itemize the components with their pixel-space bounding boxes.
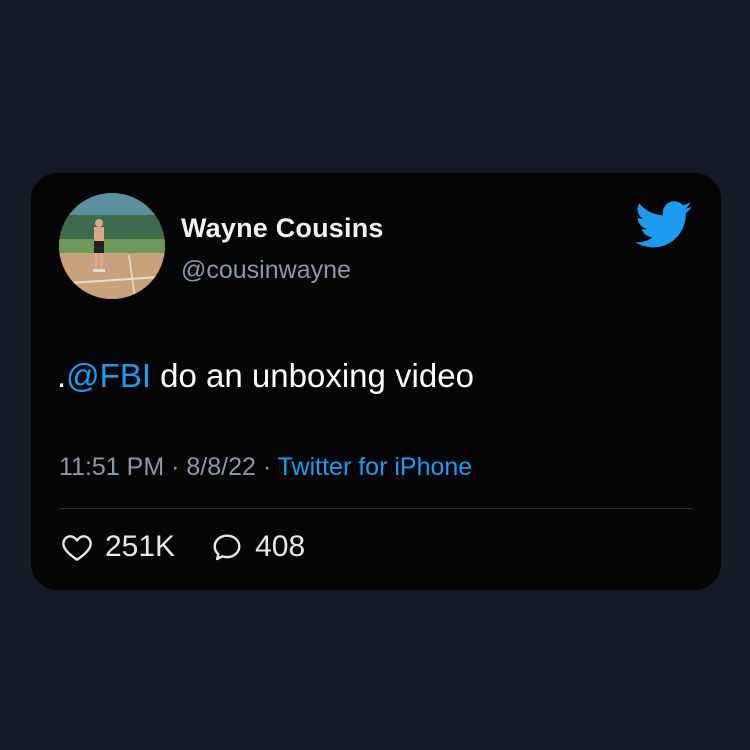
tweet-text: .@FBI do an unboxing video	[57, 357, 474, 395]
tweet-text-prefix: .	[57, 357, 67, 394]
like-button[interactable]: 251K	[61, 530, 175, 564]
tweet-text-body: do an unboxing video	[151, 357, 474, 394]
avatar[interactable]	[59, 193, 165, 299]
tweet-stats: 251K 408	[61, 530, 341, 564]
divider	[59, 508, 693, 509]
author-display-name[interactable]: Wayne Cousins	[181, 213, 384, 244]
avatar-photo	[59, 193, 165, 299]
tweet-card: Wayne Cousins @cousinwayne .@FBI do an u…	[31, 173, 721, 590]
heart-icon	[62, 535, 92, 561]
mention-link[interactable]: @FBI	[66, 357, 151, 394]
meta-separator: ·	[255, 453, 278, 481]
meta-separator: ·	[164, 453, 187, 481]
like-count: 251K	[105, 530, 176, 563]
reply-button[interactable]: 408	[211, 530, 305, 564]
twitter-bird-icon	[635, 201, 693, 249]
tweet-time[interactable]: 11:51 PM	[59, 453, 164, 481]
reply-bubble-icon	[213, 534, 241, 561]
tweet-meta: 11:51 PM · 8/8/22 · Twitter for iPhone	[59, 453, 472, 482]
reply-count: 408	[255, 530, 306, 563]
tweet-source-link[interactable]: Twitter for iPhone	[278, 453, 473, 481]
author-handle[interactable]: @cousinwayne	[181, 256, 351, 285]
tweet-date[interactable]: 8/8/22	[186, 453, 256, 481]
